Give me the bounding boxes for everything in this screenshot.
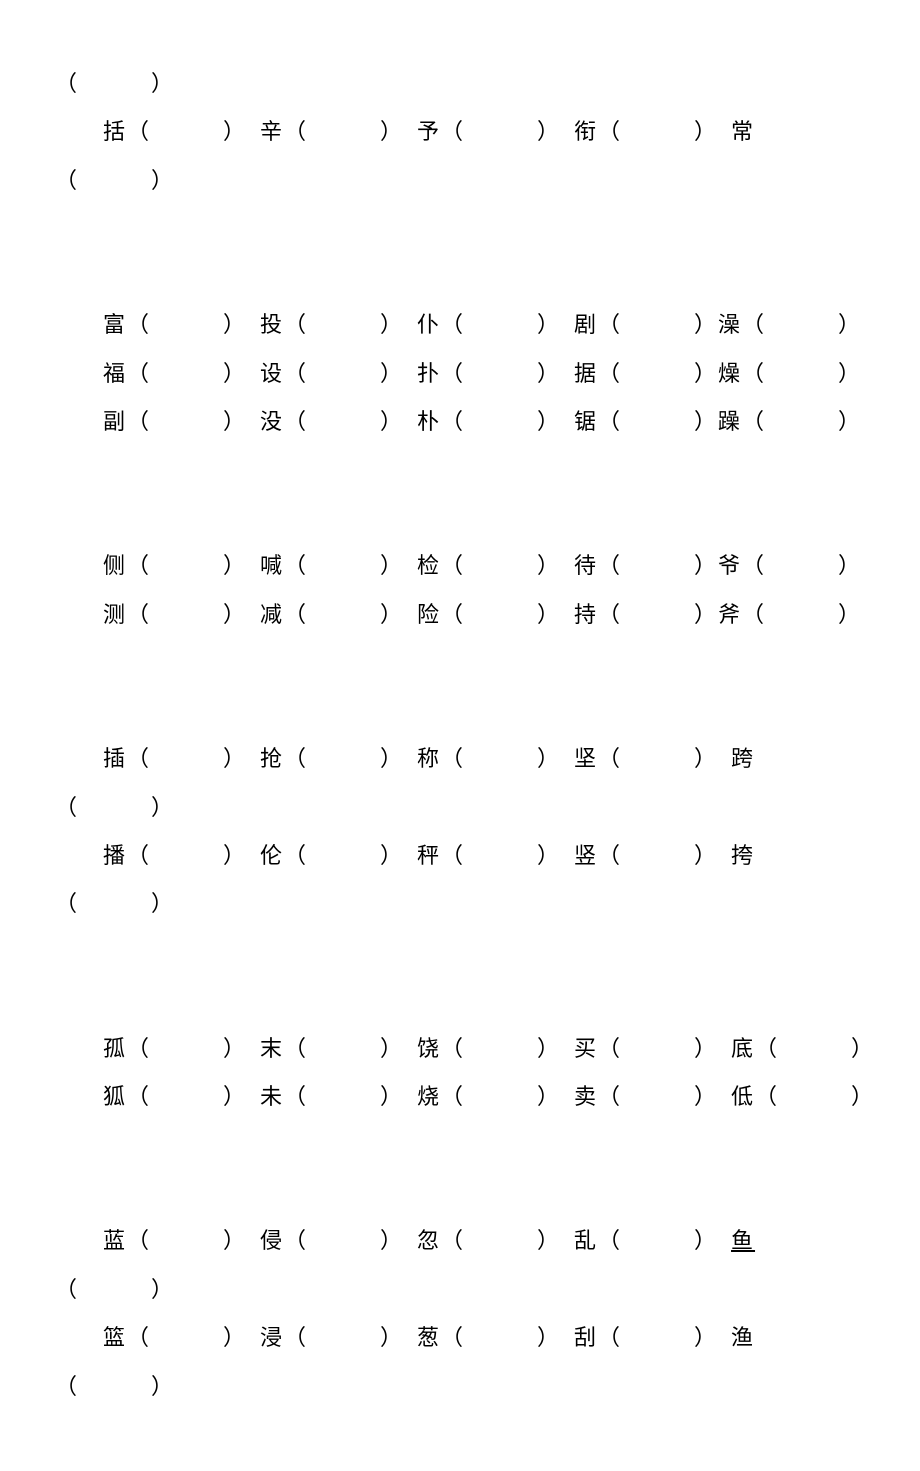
text-line: 副（ ） 没（ ） 朴（ ） 锯（ ）躁（ ） xyxy=(55,398,865,446)
text-line: （ ） xyxy=(55,1363,865,1411)
blank-line xyxy=(55,1121,865,1169)
blank-line xyxy=(55,205,865,253)
blank-line xyxy=(55,446,865,494)
text-line: 孤（ ） 末（ ） 饶（ ） 买（ ） 底（ ） xyxy=(55,1025,865,1073)
worksheet-page: （ ） 括（ ） 辛（ ） 予（ ） 衔（ ） 常（ ） 富（ ） 投（ ） 仆… xyxy=(0,0,920,1471)
text-line: 富（ ） 投（ ） 仆（ ） 剧（ ）澡（ ） xyxy=(55,301,865,349)
text-line: 播（ ） 伦（ ） 秤（ ） 竖（ ） 挎 xyxy=(55,832,865,880)
text-line: （ ） xyxy=(55,157,865,205)
text-line: 福（ ） 设（ ） 扑（ ） 据（ ）燥（ ） xyxy=(55,350,865,398)
text-line: 插（ ） 抢（ ） 称（ ） 坚（ ） 跨 xyxy=(55,735,865,783)
underlined-char: 鱼 xyxy=(731,1228,755,1253)
text-line: （ ） xyxy=(55,60,865,108)
blank-line xyxy=(55,253,865,301)
text-line: （ ） xyxy=(55,1266,865,1314)
text-line: （ ） xyxy=(55,880,865,928)
blank-line xyxy=(55,639,865,687)
text-line: 侧（ ） 喊（ ） 检（ ） 待（ ）爷（ ） xyxy=(55,542,865,590)
blank-line xyxy=(55,687,865,735)
text-line: 蓝（ ） 侵（ ） 忽（ ） 乱（ ） 鱼 xyxy=(55,1217,865,1265)
blank-line xyxy=(55,1169,865,1217)
text-line: 括（ ） 辛（ ） 予（ ） 衔（ ） 常 xyxy=(55,108,865,156)
blank-line xyxy=(55,977,865,1025)
blank-line xyxy=(55,929,865,977)
blank-line xyxy=(55,494,865,542)
text-line: （ ） xyxy=(55,784,865,832)
text-line: 测（ ） 减（ ） 险（ ） 持（ ）斧（ ） xyxy=(55,591,865,639)
text-line: 篮（ ） 浸（ ） 葱（ ） 刮（ ） 渔 xyxy=(55,1314,865,1362)
text-line: 狐（ ） 未（ ） 烧（ ） 卖（ ） 低（ ） xyxy=(55,1073,865,1121)
